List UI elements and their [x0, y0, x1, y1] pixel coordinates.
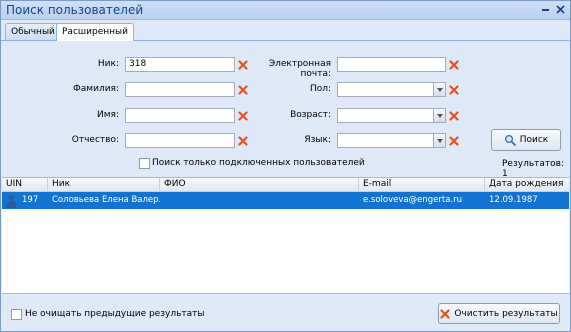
age-select[interactable] [337, 108, 446, 123]
search-button[interactable]: Поиск [491, 129, 561, 151]
chevron-down-icon[interactable] [433, 83, 445, 96]
tab-advanced[interactable]: Расширенный [56, 23, 134, 41]
language-select[interactable] [337, 133, 446, 148]
minimize-icon [542, 9, 549, 11]
search-form: Ник: 318 Фамилия: Имя: Отчество: Электро… [2, 41, 569, 179]
user-search-window: Поиск пользователей Обычный Расширенный … [0, 0, 571, 332]
patronymic-field[interactable] [125, 133, 235, 148]
cell-birthdate: 12.09.1987 [489, 195, 538, 205]
name-label: Имя: [97, 110, 119, 120]
online-only-label: Поиск только подключенных пользователей [152, 158, 365, 168]
tab-basic[interactable]: Обычный [5, 23, 61, 40]
clear-language-icon[interactable] [449, 136, 459, 146]
search-button-label: Поиск [519, 135, 549, 145]
email-label: Электронная почта: [268, 59, 331, 79]
surname-label: Фамилия: [73, 84, 119, 94]
tab-strip: Обычный Расширенный [1, 20, 570, 41]
nick-label: Ник: [97, 59, 119, 69]
cell-nick: Соловьева Елена Валер... [52, 195, 160, 205]
nick-field[interactable]: 318 [125, 57, 235, 72]
table-row[interactable]: 197 Соловьева Елена Валер... e.soloveva@… [2, 192, 569, 209]
gender-label: Пол: [309, 84, 331, 94]
patronymic-label: Отчество: [71, 135, 119, 145]
close-icon [556, 5, 565, 14]
clear-patronymic-icon[interactable] [238, 136, 248, 146]
surname-field[interactable] [125, 82, 235, 97]
cell-uin: 197 [22, 195, 39, 205]
email-field[interactable] [337, 57, 446, 72]
clear-age-icon[interactable] [449, 111, 459, 121]
results-grid: UIN Ник ФИО E-mail Дата рождения 197 Сол… [2, 177, 569, 293]
keep-results-checkbox[interactable] [11, 309, 22, 320]
clear-results-button[interactable]: Очистить результаты [438, 303, 560, 324]
chevron-down-icon[interactable] [433, 134, 445, 147]
results-count: Результатов: 1 [502, 159, 564, 179]
name-field[interactable] [125, 108, 235, 123]
clear-icon [440, 308, 450, 319]
cell-email: e.soloveva@engerta.ru [363, 195, 462, 205]
clear-results-label: Очистить результаты [454, 308, 558, 319]
online-only-checkbox[interactable] [139, 158, 150, 169]
keep-results-label: Не очищать предыдущие результаты [25, 309, 205, 319]
column-header-uin[interactable]: UIN [2, 178, 48, 191]
clear-gender-icon[interactable] [449, 85, 459, 95]
language-label: Язык: [304, 135, 331, 145]
clear-name-icon[interactable] [238, 111, 248, 121]
user-icon [6, 194, 17, 208]
footer-bar: Не очищать предыдущие результаты Очистит… [2, 293, 569, 331]
clear-surname-icon[interactable] [238, 85, 248, 95]
age-label: Возраст: [290, 110, 331, 120]
gender-select[interactable] [337, 82, 446, 97]
column-header-fio[interactable]: ФИО [160, 178, 359, 191]
minimize-button[interactable] [540, 4, 551, 15]
search-icon [504, 134, 516, 146]
chevron-down-icon[interactable] [433, 109, 445, 122]
cell-fio [160, 192, 359, 209]
results-header: UIN Ник ФИО E-mail Дата рождения [2, 178, 569, 192]
window-title: Поиск пользователей [6, 3, 144, 17]
close-button[interactable] [555, 4, 566, 15]
clear-email-icon[interactable] [449, 60, 459, 70]
column-header-birthdate[interactable]: Дата рождения [485, 178, 569, 191]
column-header-email[interactable]: E-mail [359, 178, 485, 191]
title-bar: Поиск пользователей [1, 1, 570, 20]
column-header-nick[interactable]: Ник [48, 178, 160, 191]
